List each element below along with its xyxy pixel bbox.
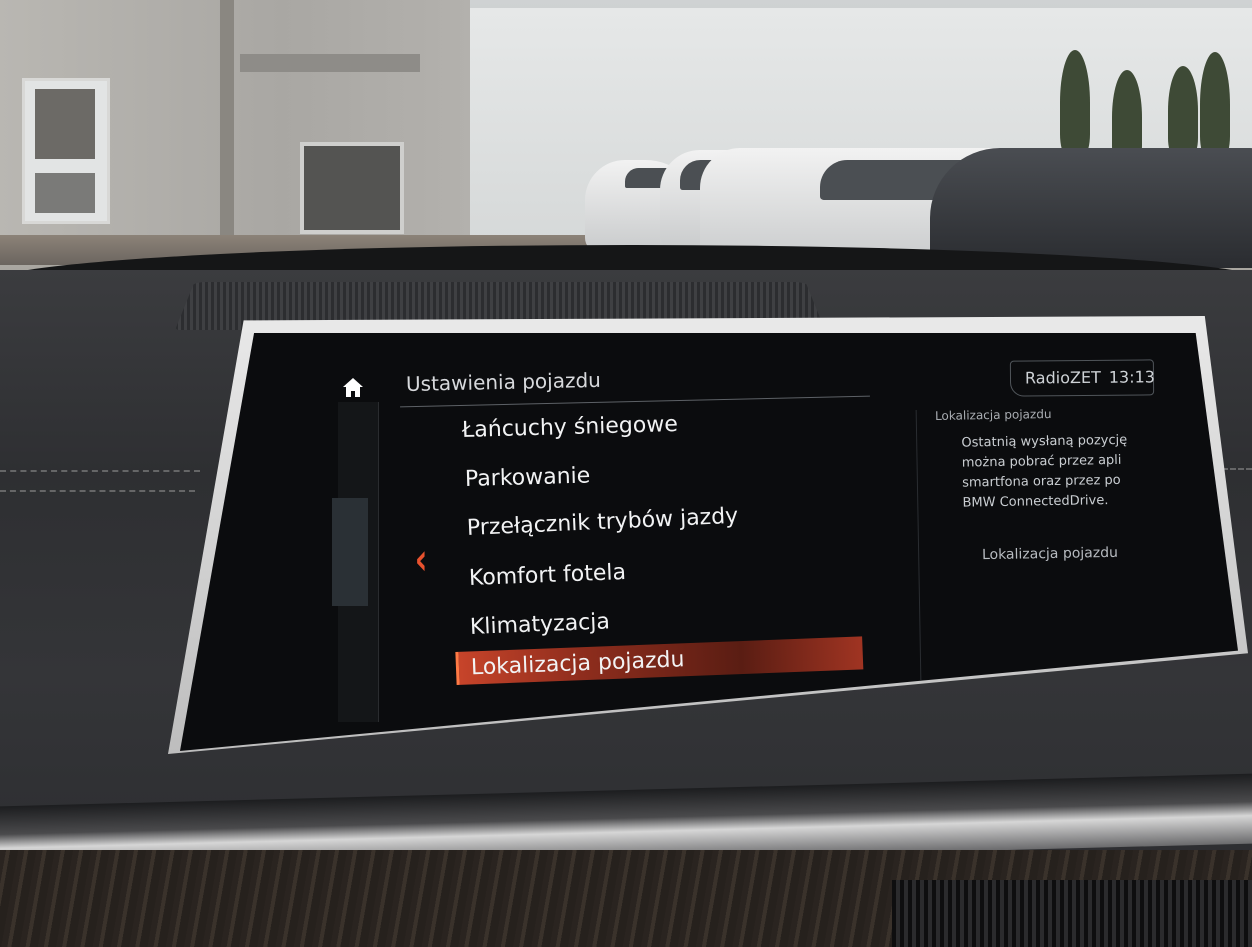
building-window bbox=[22, 78, 110, 224]
scroll-thumb[interactable] bbox=[332, 498, 368, 606]
page-title: Ustawienia pojazdu bbox=[405, 367, 602, 396]
dashboard-stitching bbox=[1222, 468, 1252, 470]
tree bbox=[1200, 52, 1230, 157]
background-building bbox=[0, 0, 470, 235]
info-line: BMW ConnectedDrive. bbox=[962, 493, 1109, 511]
status-box: RadioZET 13:13 bbox=[1009, 359, 1155, 397]
parked-car bbox=[930, 148, 1252, 268]
building-beam bbox=[240, 54, 420, 72]
dashboard-stitching bbox=[0, 470, 200, 472]
building-pipe bbox=[220, 0, 234, 235]
info-panel-title: Lokalizacja pojazdu bbox=[934, 406, 1052, 424]
info-line: smartfona oraz przez po bbox=[962, 472, 1121, 491]
tree bbox=[1168, 66, 1198, 156]
clock: 13:13 bbox=[1108, 367, 1155, 387]
info-panel-link[interactable]: Lokalizacja pojazdu bbox=[982, 545, 1118, 563]
info-panel-description: Ostatnią wysłaną pozycję można pobrać pr… bbox=[961, 430, 1148, 513]
chevron-left-icon[interactable]: ‹ bbox=[415, 538, 428, 582]
home-icon[interactable] bbox=[340, 374, 366, 400]
dashboard-stitching bbox=[0, 490, 195, 492]
radio-station: RadioZET bbox=[1024, 367, 1101, 388]
building-window bbox=[300, 142, 404, 234]
menu-item-parking[interactable]: Parkowanie bbox=[465, 464, 591, 492]
air-vent bbox=[892, 880, 1252, 947]
tree bbox=[1060, 50, 1090, 155]
